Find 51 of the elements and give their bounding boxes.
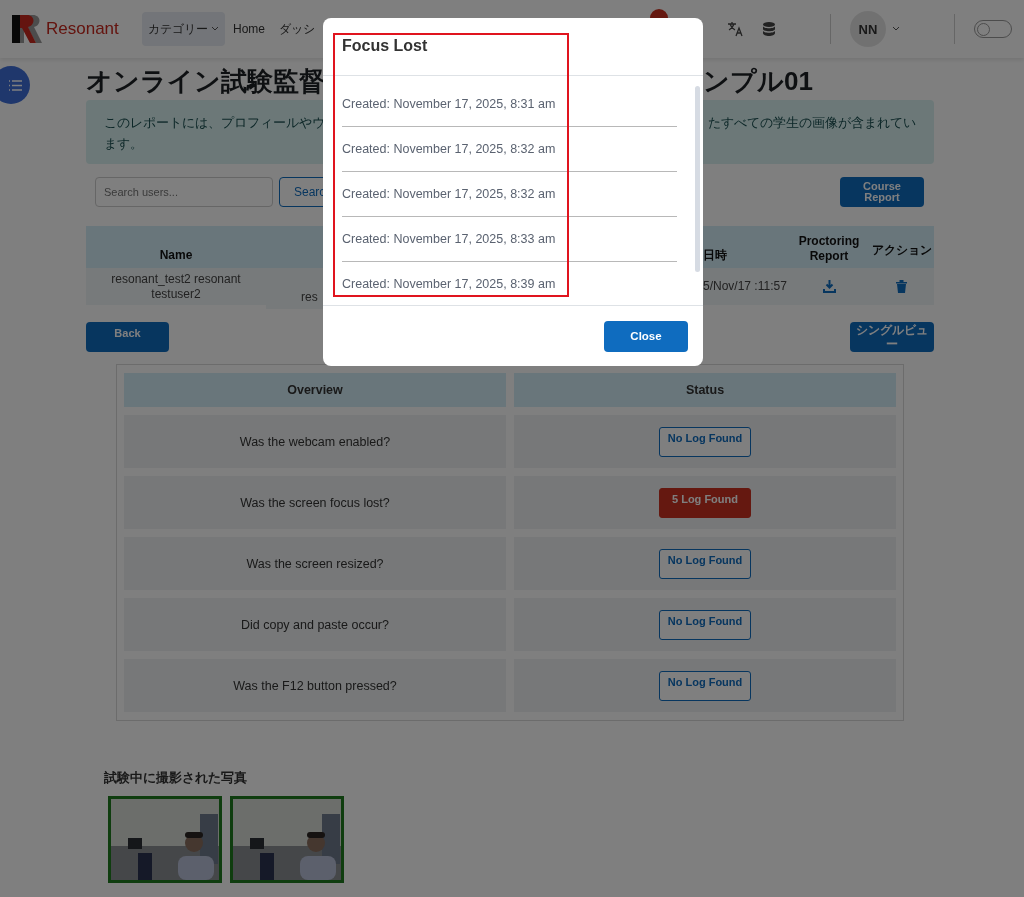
scrollbar[interactable]: [695, 86, 700, 272]
translate-icon[interactable]: [727, 21, 743, 37]
nav-link[interactable]: Home: [227, 12, 271, 46]
sidebar-toggle-button[interactable]: [0, 66, 30, 104]
status-badge[interactable]: No Log Found: [659, 426, 751, 457]
log-entry: Created: November 17, 2025, 8:31 am: [342, 97, 556, 111]
status-badge[interactable]: No Log Found: [659, 670, 751, 701]
log-entry: Created: November 17, 2025, 8:33 am: [342, 232, 556, 246]
search-field[interactable]: Search users...: [95, 177, 273, 207]
info-text: このレポートには、プロフィールやウ: [104, 115, 325, 132]
caret-icon: [211, 26, 219, 32]
status-badge[interactable]: No Log Found: [659, 548, 751, 579]
page-title: オンライン試験監督: [86, 64, 325, 98]
back-button[interactable]: Back: [86, 322, 169, 352]
trash-icon[interactable]: [896, 280, 907, 293]
table-cell: Was the screen resized?: [124, 537, 506, 590]
log-entry: Created: November 17, 2025, 8:39 am: [342, 277, 556, 291]
table-cell: Was the webcam enabled?: [124, 415, 506, 468]
logo-text: Resonant: [46, 19, 119, 39]
log-entry: Created: November 17, 2025, 8:32 am: [342, 142, 556, 156]
nav-link[interactable]: カテゴリー: [142, 12, 225, 46]
table-cell: Was the F12 button pressed?: [124, 659, 506, 712]
column-header: Overview: [124, 373, 506, 407]
column-header: Status: [514, 373, 896, 407]
page-title: ンプル01: [703, 64, 813, 98]
modal-title: Focus Lost: [342, 36, 428, 55]
table-cell: resonant_test2 resonant testuser2: [86, 268, 266, 305]
close-button[interactable]: Close: [604, 320, 688, 352]
download-icon[interactable]: [822, 280, 836, 293]
section-heading: 試験中に撮影された写真: [104, 769, 248, 787]
log-entry: Created: November 17, 2025, 8:32 am: [342, 187, 556, 201]
column-header: Name: [86, 226, 266, 268]
single-view-button[interactable]: シングルビュー: [850, 322, 934, 352]
menu-icon: [8, 79, 22, 91]
table-cell: Did copy and paste occur?: [124, 598, 506, 651]
status-badge[interactable]: No Log Found: [659, 609, 751, 640]
column-header: アクション: [869, 226, 934, 268]
table-cell: 5/Nov/17 :11:57: [703, 268, 789, 305]
user-avatar[interactable]: NN: [850, 11, 886, 47]
caret-icon[interactable]: [892, 26, 900, 32]
database-icon[interactable]: [763, 22, 775, 36]
nav-link[interactable]: ダッシ: [273, 12, 321, 46]
logo-icon: [12, 13, 42, 45]
info-text: ます。: [104, 136, 143, 153]
info-text: たすべての学生の画像が含まれてい: [708, 115, 916, 132]
theme-toggle[interactable]: [974, 20, 1012, 38]
column-header: Proctoring Report: [789, 226, 869, 268]
status-badge[interactable]: 5 Log Found: [659, 487, 751, 518]
course-report-button[interactable]: Course Report: [840, 177, 924, 207]
column-header: 日時: [703, 226, 789, 268]
table-cell: Was the screen focus lost?: [124, 476, 506, 529]
